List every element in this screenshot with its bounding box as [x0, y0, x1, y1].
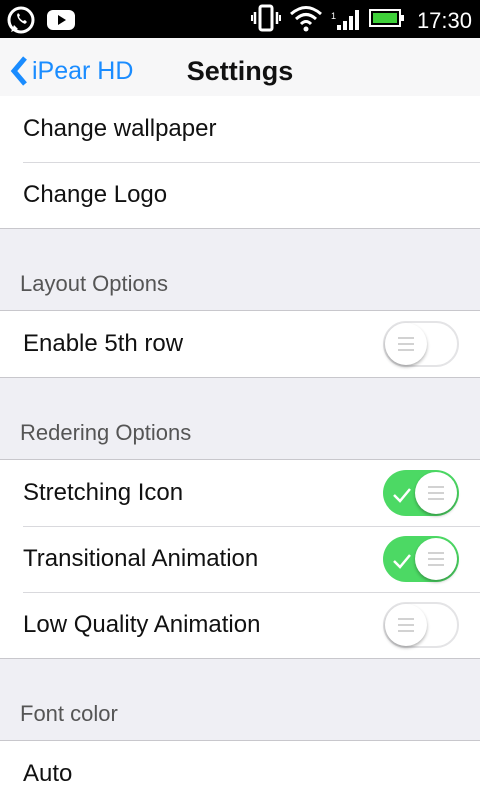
- section-header-rendering: Redering Options: [20, 420, 192, 445]
- youtube-icon: [46, 8, 76, 37]
- row-label: Change wallpaper: [23, 115, 217, 142]
- section-header-layout: Layout Options: [20, 271, 168, 296]
- row-label: Enable 5th row: [23, 330, 184, 357]
- appearance-group: Change wallpaper Change Logo: [0, 96, 480, 229]
- transitional-animation-row: Transitional Animation: [0, 526, 480, 592]
- row-label: Transitional Animation: [23, 545, 259, 572]
- row-label: Low Quality Animation: [23, 611, 261, 638]
- clock: 17:30: [416, 7, 472, 33]
- section-header-font-color: Font color: [20, 701, 118, 726]
- signal-icon: 1: [331, 5, 361, 36]
- toggle-knob: [385, 604, 427, 646]
- rendering-options-group: Stretching Icon Transitional Animation L…: [0, 459, 480, 659]
- row-label: Change Logo: [23, 181, 168, 208]
- stretching-icon-row: Stretching Icon: [0, 460, 480, 526]
- font-color-auto-row[interactable]: Auto: [0, 741, 480, 807]
- back-button-label: iPear HD: [32, 56, 134, 85]
- low-quality-animation-row: Low Quality Animation: [0, 592, 480, 658]
- layout-options-group: Enable 5th row: [0, 310, 480, 378]
- row-label: Stretching Icon: [23, 479, 184, 506]
- toggle-knob: [415, 538, 457, 580]
- font-color-group: Auto: [0, 740, 480, 807]
- checkmark-icon: [392, 482, 412, 510]
- enable-5th-row-toggle[interactable]: [383, 321, 459, 367]
- low-quality-animation-toggle[interactable]: [383, 602, 459, 648]
- vibrate-icon: [250, 4, 281, 37]
- navigation-bar: Settings iPear HD: [0, 38, 480, 105]
- status-bar: 1 17:30: [0, 0, 480, 38]
- change-wallpaper-row[interactable]: Change wallpaper: [0, 96, 480, 162]
- transitional-animation-toggle[interactable]: [383, 536, 459, 582]
- enable-5th-row-row: Enable 5th row: [0, 311, 480, 377]
- battery-icon: [368, 6, 405, 35]
- stretching-icon-toggle[interactable]: [383, 470, 459, 516]
- wifi-icon: [289, 4, 323, 37]
- whatsapp-icon: [6, 5, 36, 40]
- back-button[interactable]: iPear HD: [10, 54, 133, 88]
- svg-text:1: 1: [331, 11, 336, 21]
- toggle-knob: [385, 323, 427, 365]
- chevron-left-icon: [10, 55, 28, 87]
- row-label: Auto: [23, 760, 73, 787]
- change-logo-row[interactable]: Change Logo: [0, 162, 480, 228]
- checkmark-icon: [392, 548, 412, 576]
- toggle-knob: [415, 472, 457, 514]
